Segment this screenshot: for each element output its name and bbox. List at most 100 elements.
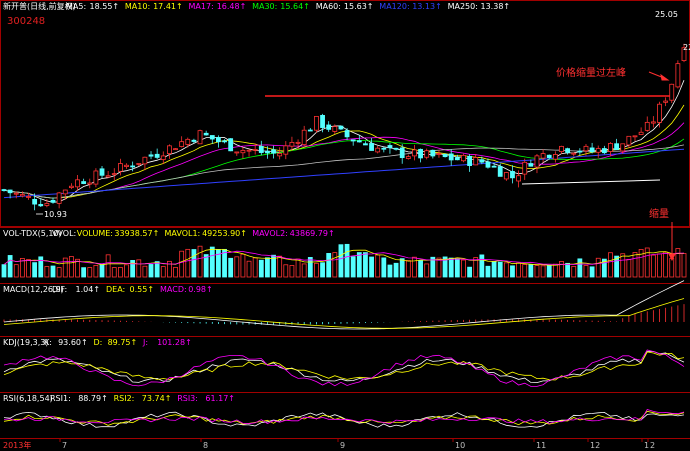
volume-bar — [320, 262, 325, 278]
volume-bar — [510, 265, 515, 278]
vol-indicator-mavol2-value: 43869.79↑ — [290, 229, 335, 238]
main-indicator-ma10: MA10: — [125, 2, 150, 11]
volume-bar — [105, 254, 111, 278]
volume-bar — [559, 261, 564, 278]
volume-bar — [522, 264, 528, 278]
candle — [197, 129, 203, 145]
vol-indicator-volume-value: 33938.57↑ — [114, 229, 159, 238]
rsi-title: RSI(6,18,54) — [3, 394, 53, 403]
main-indicator-ma60: MA60: — [316, 2, 341, 11]
macd-indicator-dea-value: 0.55↑ — [130, 285, 155, 294]
volume-bar — [265, 257, 270, 278]
volume-bar — [289, 265, 295, 278]
main-indicator-ma120-value: 13.13↑ — [412, 2, 442, 11]
volume-bar — [246, 260, 252, 278]
volume-bar — [546, 265, 552, 278]
candle — [93, 168, 99, 188]
volume-bar — [148, 264, 154, 278]
volume-bar — [38, 256, 44, 278]
volume-bar — [491, 261, 497, 278]
vol-indicator-mavol1: MAVOL1: — [165, 229, 201, 238]
volume-bar — [295, 258, 301, 278]
volume-bar — [332, 252, 338, 278]
date-axis-label: 2013年 — [3, 440, 31, 450]
volume-bar — [528, 264, 534, 278]
volume-bar — [197, 245, 203, 278]
rsi-indicators: RSI1: 88.79↑ RSI2: 73.74↑ RSI3: 61.17↑ — [50, 394, 235, 403]
volume-bar — [595, 257, 601, 278]
volume-bar — [669, 258, 675, 278]
volume-bar — [393, 262, 399, 278]
main-indicator-ma30: MA30: — [252, 2, 277, 11]
volume-bar — [185, 248, 191, 278]
volume-bar — [283, 264, 289, 278]
volume-bar — [363, 252, 368, 278]
volume-bar — [405, 260, 411, 278]
candle — [669, 83, 675, 104]
volume-bar — [418, 260, 423, 278]
volume-bar — [448, 257, 454, 278]
candle — [461, 153, 466, 163]
volume-bar — [314, 262, 319, 278]
volume-bar — [252, 257, 258, 278]
kdj-indicator-d-value: 89.75↑ — [108, 338, 138, 347]
kdj-indicator-j: J: — [142, 338, 148, 347]
volume-bar — [467, 266, 472, 278]
volume-bar — [326, 253, 332, 278]
volume-bar — [344, 243, 350, 278]
kdj-title: KDJ(19,3,3) — [3, 338, 48, 347]
volume-bar — [62, 257, 68, 278]
volume-bar — [540, 265, 546, 278]
date-axis-label: 1 — [644, 441, 649, 450]
volume-bar — [56, 267, 62, 278]
vol-indicator-vvol: VVOL: — [52, 229, 76, 238]
volume-bar — [424, 263, 430, 278]
date-axis-label: 11 — [536, 441, 546, 450]
main-indicator-ma30-value: 15.64↑ — [280, 2, 310, 11]
volume-bar — [301, 263, 307, 278]
volume-bar — [136, 259, 142, 278]
volume-bar — [209, 246, 215, 278]
macd-indicators: DIF: 1.04↑ DEA: 0.55↑ MACD: 0.98↑ — [52, 285, 213, 294]
annotation-volume: 缩量 — [649, 207, 669, 220]
main-indicator-ma17: MA17: — [189, 2, 214, 11]
volume-bar — [191, 249, 197, 278]
volume-bar — [571, 265, 577, 278]
volume-bar — [87, 267, 93, 278]
volume-bar — [503, 262, 509, 278]
candle — [675, 60, 681, 89]
main-indicator-ma60-value: 15.63↑ — [344, 2, 374, 11]
volume-bar — [454, 258, 460, 278]
volume-bar — [142, 265, 148, 278]
price-high-label: 25.05 — [655, 10, 678, 19]
volume-bar — [93, 264, 99, 278]
volume-bar — [160, 266, 166, 278]
volume-bar — [99, 263, 105, 278]
volume-bar — [608, 252, 613, 278]
rsi-indicator-rsi3-value: 61.17↑ — [205, 394, 235, 403]
main-title: 新开普(日线,前复权) — [3, 1, 76, 11]
volume-bar — [620, 253, 626, 278]
candle — [228, 138, 234, 152]
volume-bar — [565, 262, 571, 278]
macd-indicator-dif: DIF: — [52, 285, 67, 294]
volume-bar — [117, 267, 123, 278]
volume-bar — [479, 254, 485, 278]
volume-bar — [240, 253, 246, 278]
main-indicator-ma250-value: 13.38↑ — [481, 2, 511, 11]
volume-bar — [497, 261, 503, 278]
volume-bar — [7, 255, 13, 278]
volume-bar — [203, 254, 209, 278]
macd-indicator-dif-value: 1.04↑ — [76, 285, 101, 294]
candle — [173, 148, 178, 151]
rsi-indicator-rsi1-value: 88.79↑ — [78, 394, 108, 403]
volume-bar — [399, 258, 405, 278]
rsi-indicator-rsi3: RSI3: — [177, 394, 198, 403]
volume-bar — [26, 259, 31, 278]
volume-bar — [552, 263, 558, 278]
volume-bar — [485, 265, 491, 278]
volume-bar — [277, 255, 283, 278]
price-low-label: 10.93 — [44, 210, 67, 219]
rsi-indicator-rsi2-value: 73.74↑ — [142, 394, 172, 403]
volume-bar — [577, 258, 583, 278]
